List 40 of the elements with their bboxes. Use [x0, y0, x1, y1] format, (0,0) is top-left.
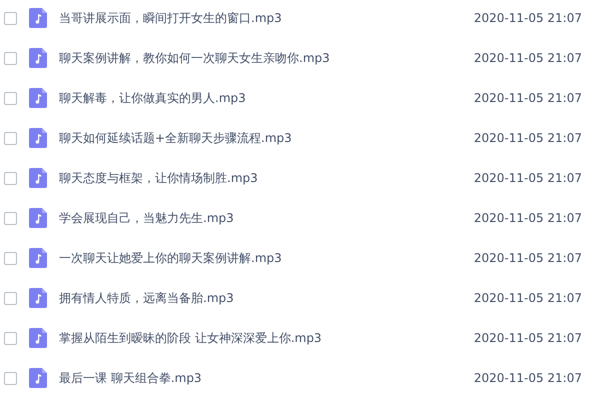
checkbox[interactable]	[4, 252, 17, 264]
audio-file-icon	[29, 48, 47, 68]
file-name[interactable]: 一次聊天让她爱上你的聊天案例讲解.mp3	[59, 249, 459, 267]
checkbox[interactable]	[4, 292, 17, 304]
audio-file-icon	[29, 168, 47, 188]
checkbox[interactable]	[4, 372, 17, 384]
checkbox[interactable]	[4, 52, 17, 64]
file-name[interactable]: 拥有情人特质，远离当备胎.mp3	[59, 289, 459, 307]
audio-file-icon	[29, 328, 47, 348]
checkbox[interactable]	[4, 92, 17, 104]
modified-date: 2020-11-05 21:07	[474, 10, 582, 27]
file-name[interactable]: 掌握从陌生到暧昧的阶段 让女神深深爱上你.mp3	[59, 329, 459, 347]
modified-date: 2020-11-05 21:07	[474, 250, 582, 267]
modified-date: 2020-11-05 21:07	[474, 90, 582, 107]
checkbox[interactable]	[4, 332, 17, 344]
file-name[interactable]: 学会展现自己，当魅力先生.mp3	[59, 209, 459, 227]
file-name[interactable]: 最后一课 聊天组合拳.mp3	[59, 369, 459, 387]
audio-file-icon	[29, 128, 47, 148]
checkbox[interactable]	[4, 132, 17, 144]
file-name[interactable]: 当哥讲展示面，瞬间打开女生的窗口.mp3	[59, 9, 459, 27]
audio-file-icon	[29, 368, 47, 388]
modified-date: 2020-11-05 21:07	[474, 50, 582, 67]
audio-file-icon	[29, 248, 47, 268]
audio-file-icon	[29, 288, 47, 308]
modified-date: 2020-11-05 21:07	[474, 370, 582, 387]
checkbox[interactable]	[4, 172, 17, 184]
modified-date: 2020-11-05 21:07	[474, 290, 582, 307]
checkbox[interactable]	[4, 212, 17, 224]
file-name[interactable]: 聊天态度与框架，让你情场制胜.mp3	[59, 169, 459, 187]
file-name[interactable]: 聊天解毒，让你做真实的男人.mp3	[59, 89, 459, 107]
file-name[interactable]: 聊天如何延续话题+全新聊天步骤流程.mp3	[59, 129, 459, 147]
audio-file-icon	[29, 8, 47, 28]
file-name[interactable]: 聊天案例讲解，教你如何一次聊天女生亲吻你.mp3	[59, 49, 459, 67]
modified-date: 2020-11-05 21:07	[474, 170, 582, 187]
audio-file-icon	[29, 208, 47, 228]
modified-date: 2020-11-05 21:07	[474, 330, 582, 347]
modified-date: 2020-11-05 21:07	[474, 210, 582, 227]
modified-date: 2020-11-05 21:07	[474, 130, 582, 147]
audio-file-icon	[29, 88, 47, 108]
checkbox[interactable]	[4, 12, 17, 24]
